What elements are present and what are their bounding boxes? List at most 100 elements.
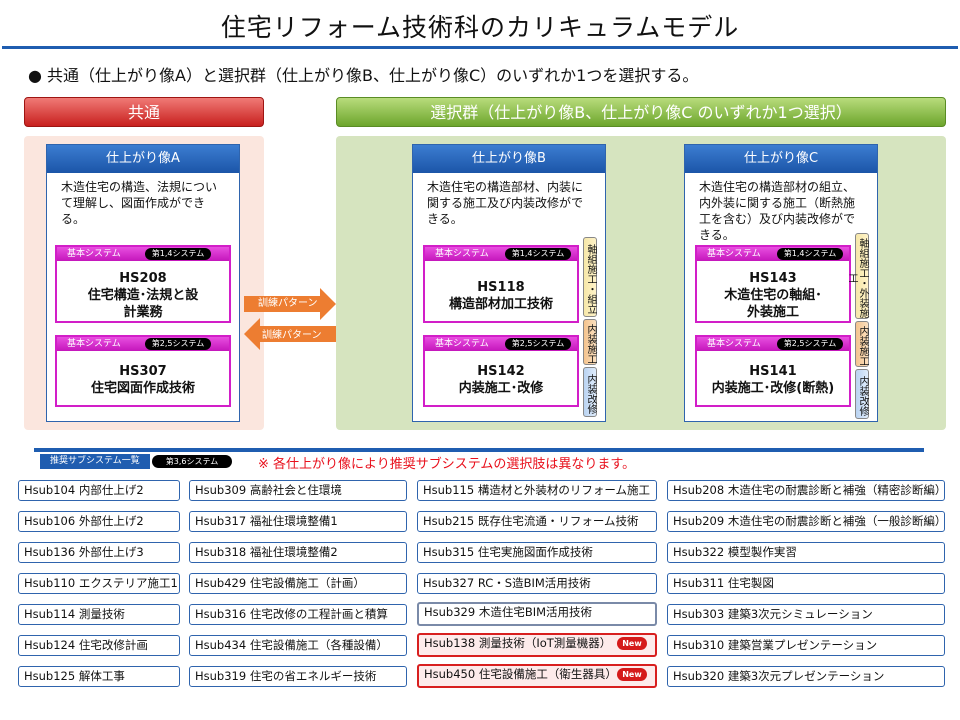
system-body: HS142 内装施工･改修 <box>425 351 577 397</box>
path-a-system-1: 基本システム 第1,4システム HS208 住宅構造･法規と設計業務 <box>55 245 231 323</box>
page-title: 住宅リフォーム技術科のカリキュラムモデル <box>220 13 740 42</box>
path-c-tag-3: 内装改修 <box>855 369 869 419</box>
system-label: 基本システム <box>67 339 121 349</box>
subsystem-item: Hsub309 高齢社会と住環境 <box>189 480 407 501</box>
path-b-tag-1: 軸組施工・組立 <box>583 237 597 317</box>
subsystem-item: Hsub317 福祉住環境整備1 <box>189 511 407 532</box>
system-code: HS142 <box>477 364 525 379</box>
system-code: HS208 <box>119 271 167 286</box>
system-number-pill: 第2,5システム <box>145 338 211 350</box>
path-b-description: 木造住宅の構造部材、内装に関する施工及び内装改修ができる。 <box>427 180 584 226</box>
path-c-description: 木造住宅の構造部材の組立、内外装に関する施工（断熱施工を含む）及び内装改修ができ… <box>699 180 856 242</box>
system-body: HS141 内装施工･改修(断熱) <box>697 351 849 397</box>
system-code: HS141 <box>749 364 797 379</box>
subsystem-item: Hsub327 RC・S造BIM活用技術 <box>417 573 657 594</box>
system-body: HS118 構造部材加工技術 <box>425 261 577 313</box>
path-c-card: 仕上がり像C 木造住宅の構造部材の組立、内外装に関する施工（断熱施工を含む）及び… <box>684 144 878 422</box>
system-number-pill: 第2,5システム <box>777 338 843 350</box>
arrow-label-left: 訓練パターン <box>262 330 322 341</box>
recommended-label: 推奨サブシステム一覧 <box>40 454 150 469</box>
common-section-header: 共通 <box>24 97 264 127</box>
system-body: HS143 木造住宅の軸組･外装施工 <box>697 261 849 321</box>
path-a-title: 仕上がり像A <box>47 145 239 173</box>
subsystem-item-new: Hsub138 測量技術（IoT測量機器） New <box>417 633 657 657</box>
recommended-divider <box>34 448 924 452</box>
system-name: 内装施工･改修 <box>458 381 544 396</box>
subsystem-item: Hsub316 住宅改修の工程計画と積算 <box>189 604 407 625</box>
system-header: 基本システム 第1,4システム <box>697 247 849 261</box>
system-code: HS307 <box>119 364 167 379</box>
recommended-pill: 第3,6システム <box>152 455 232 468</box>
system-name: 住宅構造･法規と設計業務 <box>87 288 199 320</box>
subsystem-item-new: Hsub450 住宅設備施工（衛生器具） New <box>417 664 657 688</box>
system-name: 木造住宅の軸組･外装施工 <box>724 288 822 320</box>
system-header: 基本システム 第1,4システム <box>57 247 229 261</box>
system-code: HS118 <box>477 280 525 295</box>
path-b-card: 仕上がり像B 木造住宅の構造部材、内装に関する施工及び内装改修ができる。 基本シ… <box>412 144 606 422</box>
subsystem-item: Hsub319 住宅の省エネルギー技術 <box>189 666 407 687</box>
subsystem-item: Hsub310 建築営業プレゼンテーション <box>667 635 945 656</box>
path-b-tag-3: 内装改修 <box>583 367 597 417</box>
path-b-tag-2: 内装施工 <box>583 319 597 365</box>
system-body: HS208 住宅構造･法規と設計業務 <box>57 261 229 321</box>
system-header: 基本システム 第1,4システム <box>425 247 577 261</box>
subsystem-item: Hsub429 住宅設備施工（計画） <box>189 573 407 594</box>
new-badge: New <box>617 668 647 681</box>
select-section-header: 選択群（仕上がり像B、仕上がり像C のいずれか1つ選択） <box>336 97 946 127</box>
subsystem-item: Hsub208 木造住宅の耐震診断と補強（精密診断編） <box>667 480 945 501</box>
system-header: 基本システム 第2,5システム <box>697 337 849 351</box>
subsystem-item: Hsub106 外部仕上げ2 <box>18 511 180 532</box>
path-c-title: 仕上がり像C <box>685 145 877 173</box>
path-c-tag-2: 内装施工 <box>855 321 869 367</box>
subsystem-item-label: Hsub450 住宅設備施工（衛生器具） <box>424 667 617 681</box>
subsystem-item: Hsub136 外部仕上げ3 <box>18 542 180 563</box>
subsystem-item: Hsub124 住宅改修計画 <box>18 635 180 656</box>
system-body: HS307 住宅図面作成技術 <box>57 351 229 397</box>
title-divider <box>2 46 958 49</box>
path-a-card: 仕上がり像A 木造住宅の構造、法規について理解し、図面作成ができる。 基本システ… <box>46 144 240 422</box>
system-number-pill: 第2,5システム <box>505 338 571 350</box>
system-number-pill: 第1,4システム <box>777 248 843 260</box>
system-code: HS143 <box>749 271 797 286</box>
path-c-tag-1: 軸組施工・外装施工 <box>846 233 869 319</box>
system-name: 住宅図面作成技術 <box>90 381 195 396</box>
system-number-pill: 第1,4システム <box>505 248 571 260</box>
instruction-text: ● 共通（仕上がり像A）と選択群（仕上がり像B、仕上がり像C）のいずれか1つを選… <box>28 66 699 85</box>
system-label: 基本システム <box>707 339 761 349</box>
system-name: 内装施工･改修(断熱) <box>711 381 835 396</box>
new-badge: New <box>617 637 647 650</box>
subsystem-item: Hsub320 建築3次元プレゼンテーション <box>667 666 945 687</box>
arrow-label-right: 訓練パターン <box>258 298 318 309</box>
subsystem-item-label: Hsub138 測量技術（IoT測量機器） <box>424 636 612 650</box>
system-header: 基本システム 第2,5システム <box>425 337 577 351</box>
subsystem-item: Hsub318 福祉住環境整備2 <box>189 542 407 563</box>
path-b-system-1: 基本システム 第1,4システム HS118 構造部材加工技術 <box>423 245 579 323</box>
subsystem-item: Hsub311 住宅製図 <box>667 573 945 594</box>
system-header: 基本システム 第2,5システム <box>57 337 229 351</box>
subsystem-item: Hsub209 木造住宅の耐震診断と補強（一般診断編） <box>667 511 945 532</box>
subsystem-item: Hsub110 エクステリア施工1 <box>18 573 180 594</box>
system-label: 基本システム <box>435 339 489 349</box>
system-name: 構造部材加工技術 <box>448 297 553 312</box>
system-label: 基本システム <box>67 249 121 259</box>
subsystem-item: Hsub215 既存住宅流通・リフォーム技術 <box>417 511 657 532</box>
subsystem-item: Hsub125 解体工事 <box>18 666 180 687</box>
recommended-note: ※ 各仕上がり像により推奨サブシステムの選択肢は異なります。 <box>258 457 636 472</box>
path-b-title: 仕上がり像B <box>413 145 605 173</box>
path-b-system-2: 基本システム 第2,5システム HS142 内装施工･改修 <box>423 335 579 407</box>
subsystem-item: Hsub114 測量技術 <box>18 604 180 625</box>
subsystem-item: Hsub315 住宅実施図面作成技術 <box>417 542 657 563</box>
system-label: 基本システム <box>707 249 761 259</box>
system-number-pill: 第1,4システム <box>145 248 211 260</box>
subsystem-item: Hsub322 模型製作実習 <box>667 542 945 563</box>
subsystem-item-highlighted: Hsub329 木造住宅BIM活用技術 <box>417 602 657 626</box>
path-a-system-2: 基本システム 第2,5システム HS307 住宅図面作成技術 <box>55 335 231 407</box>
subsystem-item: Hsub115 構造材と外装材のリフォーム施工 <box>417 480 657 501</box>
subsystem-item: Hsub104 内部仕上げ2 <box>18 480 180 501</box>
system-label: 基本システム <box>435 249 489 259</box>
subsystem-item: Hsub303 建築3次元シミュレーション <box>667 604 945 625</box>
path-c-system-1: 基本システム 第1,4システム HS143 木造住宅の軸組･外装施工 <box>695 245 851 323</box>
path-c-system-2: 基本システム 第2,5システム HS141 内装施工･改修(断熱) <box>695 335 851 407</box>
path-a-description: 木造住宅の構造、法規について理解し、図面作成ができる。 <box>61 180 218 226</box>
subsystem-item: Hsub434 住宅設備施工（各種設備） <box>189 635 407 656</box>
